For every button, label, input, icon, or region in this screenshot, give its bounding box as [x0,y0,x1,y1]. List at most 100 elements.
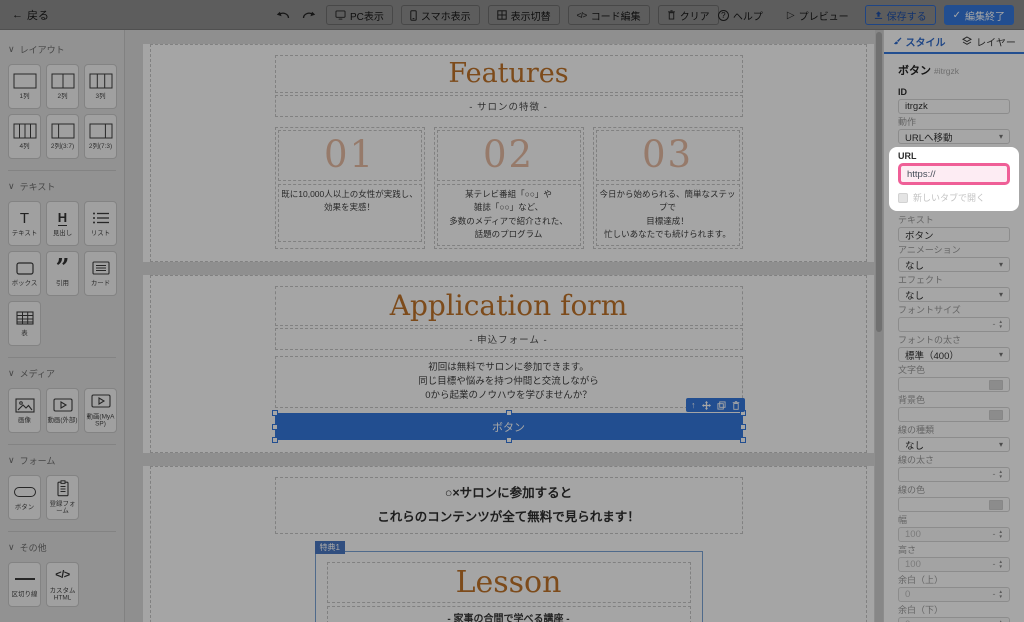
tile-card[interactable]: カード [84,251,117,296]
lesson-subtitle[interactable]: - 家事の合間で学べる講座 - [327,606,691,622]
selection-handle[interactable] [506,410,512,416]
lesson-card[interactable]: 特典1 Lesson - 家事の合間で学べる講座 - 家事の合間にできる！ スキ… [315,551,703,622]
selection-handle[interactable] [740,424,746,430]
canvas-scrollbar[interactable] [875,30,883,622]
scrollbar-thumb[interactable] [876,32,882,332]
mobile-view-button[interactable]: スマホ表示 [401,5,480,25]
feature-text[interactable]: 某テレビ番組「○○」や 雑誌「○○」など、 多数のメディアで紹介された、 話題の… [437,184,581,246]
color-swatch[interactable] [989,410,1003,420]
section-features[interactable]: Features - サロンの特徴 - 01 既に10,000人以上の女性が実践… [143,44,874,262]
color-swatch[interactable] [989,380,1003,390]
delete-icon[interactable] [732,401,740,410]
toggle-view-button[interactable]: 表示切替 [488,5,560,25]
benefits-text[interactable]: ○×サロンに参加すると これらのコンテンツが全て無料で見られます！ [275,477,743,533]
feature-number[interactable]: 01 [278,130,422,180]
tile-text[interactable]: T テキスト [8,201,41,246]
tile-box[interactable]: ボックス [8,251,41,296]
features-subtitle[interactable]: - サロンの特徴 - [275,95,743,117]
margin-bottom-input[interactable]: 0 - ▲▼ [898,617,1010,622]
features-title[interactable]: Features [275,55,743,93]
preview-button[interactable]: ▷ プレビュー [779,5,857,25]
border-width-input[interactable]: - ▲▼ [898,467,1010,482]
application-title[interactable]: Application form [275,286,743,326]
url-field[interactable] [898,163,1010,185]
feature-column-1[interactable]: 01 既に10,000人以上の女性が実践し、 効果を実感！ [275,127,425,248]
selection-handle[interactable] [272,410,278,416]
application-subtitle[interactable]: - 申込フォーム - [275,328,743,350]
code-edit-button[interactable]: </> コード編集 [568,5,650,25]
stepper-icon[interactable]: ▲▼ [999,560,1003,569]
tile-3col[interactable]: 3列 [84,64,117,109]
font-weight-select[interactable]: 標準（400） ▾ [898,347,1010,362]
feature-text[interactable]: 今日から始められる、簡単なステップで 目標達成！ 忙しいあなたでも続けられます。 [596,184,740,246]
save-button[interactable]: 保存する [865,5,936,25]
move-up-icon[interactable]: ↑ [691,401,696,410]
tile-table[interactable]: 表 [8,301,41,346]
redo-button[interactable] [300,10,318,20]
duplicate-icon[interactable] [717,401,726,410]
feature-column-2[interactable]: 02 某テレビ番組「○○」や 雑誌「○○」など、 多数のメディアで紹介された、 … [434,127,584,248]
tab-layer[interactable]: レイヤー [954,30,1024,52]
application-body[interactable]: 初回は無料でサロンに参加できます。 同じ目標や悩みを持つ仲間と交流しながら 0か… [275,356,743,409]
stepper-icon[interactable]: ▲▼ [999,320,1003,329]
tile-custom-html[interactable]: </> カスタムHTML [46,562,79,607]
feature-number[interactable]: 02 [437,130,581,180]
move-icon[interactable] [702,401,711,410]
font-size-input[interactable]: - ▲▼ [898,317,1010,332]
tile-register-form[interactable]: 登録フォーム [46,475,79,520]
bg-color-input[interactable] [898,407,1010,422]
lesson-title[interactable]: Lesson [327,562,691,603]
button-text-field[interactable] [898,227,1010,242]
action-select[interactable]: URLへ移動 ▾ [898,129,1010,144]
back-button[interactable]: ← 戻る [12,0,49,30]
pc-view-button[interactable]: PC表示 [326,5,393,25]
tile-4col[interactable]: 4列 [8,114,41,159]
tile-video-external[interactable]: 動画(外部) [46,388,79,433]
width-input[interactable]: 100 - ▲▼ [898,527,1010,542]
height-input[interactable]: 100 - ▲▼ [898,557,1010,572]
stepper-icon[interactable]: ▲▼ [999,530,1003,539]
section-benefits[interactable]: ○×サロンに参加すると これらのコンテンツが全て無料で見られます！ 特典1 Le… [143,466,874,622]
id-field[interactable] [898,99,1010,114]
help-button[interactable]: ? ヘルプ [710,5,771,25]
feature-number[interactable]: 03 [596,130,740,180]
tile-2col-73[interactable]: 2列(7:3) [84,114,117,159]
selection-handle[interactable] [740,437,746,443]
section-application[interactable]: Application form - 申込フォーム - 初回は無料でサロンに参加… [143,275,874,454]
margin-top-input[interactable]: 0 - ▲▼ [898,587,1010,602]
feature-text[interactable]: 既に10,000人以上の女性が実践し、 効果を実感！ [278,184,422,242]
effect-select[interactable]: なし ▾ [898,287,1010,302]
stepper-icon[interactable]: ▲▼ [999,590,1003,599]
color-swatch[interactable] [989,500,1003,510]
finish-edit-button[interactable]: ✓ 編集終了 [944,5,1014,25]
minus-icon[interactable]: - [993,590,996,599]
selection-handle[interactable] [506,437,512,443]
stepper-icon[interactable]: ▲▼ [999,470,1003,479]
tile-1col[interactable]: 1列 [8,64,41,109]
tile-2col-37[interactable]: 2列(3:7) [46,114,79,159]
undo-button[interactable] [274,10,292,20]
tile-heading[interactable]: H 見出し [46,201,79,246]
new-tab-checkbox[interactable] [898,193,908,203]
selection-handle[interactable] [272,424,278,430]
tile-list[interactable]: リスト [84,201,117,246]
minus-icon[interactable]: - [993,470,996,479]
feature-column-3[interactable]: 03 今日から始められる、簡単なステップで 目標達成！ 忙しいあなたでも続けられ… [593,127,743,248]
tile-2col[interactable]: 2列 [46,64,79,109]
chevron-down-icon: ∨ [8,455,15,466]
tile-image[interactable]: 画像 [8,388,41,433]
animation-select[interactable]: なし ▾ [898,257,1010,272]
minus-icon[interactable]: - [993,320,996,329]
tile-divider[interactable]: 区切り線 [8,562,41,607]
tile-quote[interactable]: ” 引用 [46,251,79,296]
canvas-button[interactable]: ボタン [275,413,743,440]
tile-video-myasp[interactable]: 動画(MyASP) [84,388,117,433]
tab-style[interactable]: スタイル [884,30,954,52]
tile-button[interactable]: ボタン [8,475,41,520]
border-color-input[interactable] [898,497,1010,512]
minus-icon[interactable]: - [993,560,996,569]
selection-handle[interactable] [272,437,278,443]
border-type-select[interactable]: なし ▾ [898,437,1010,452]
minus-icon[interactable]: - [993,530,996,539]
text-color-input[interactable] [898,377,1010,392]
